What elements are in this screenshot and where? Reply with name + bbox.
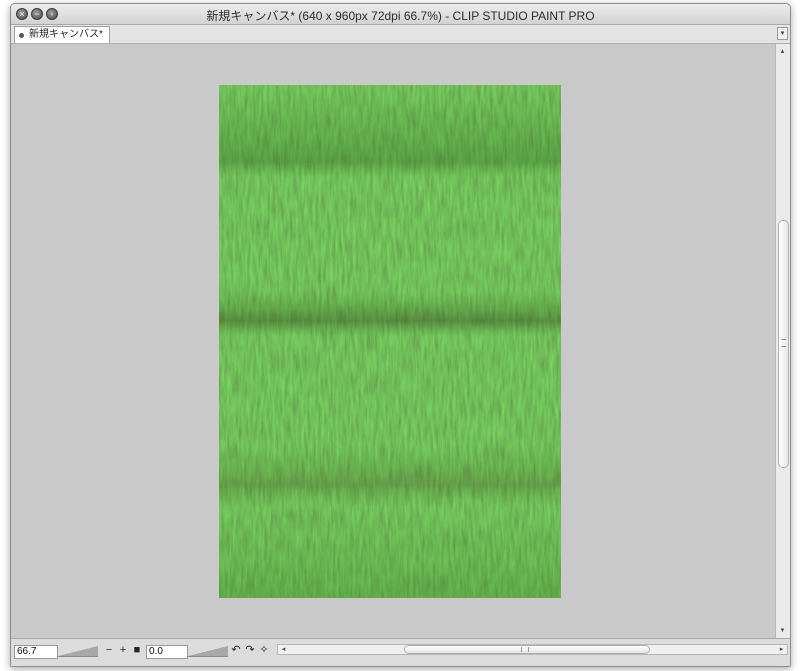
reset-rotation-icon[interactable]: ✧ [258, 644, 270, 656]
zoom-slider[interactable] [58, 646, 98, 657]
scroll-grip-icon [781, 339, 786, 347]
vertical-scrollbar[interactable]: ▴ ▾ [775, 44, 790, 638]
fit-to-window-icon[interactable]: ■ [131, 644, 143, 656]
grass-texture-image [219, 85, 561, 598]
scroll-down-icon[interactable]: ▾ [777, 625, 788, 636]
scroll-right-icon[interactable]: ▸ [776, 644, 787, 655]
rotate-right-icon[interactable]: ↷ [244, 644, 256, 656]
rotation-slider[interactable] [188, 646, 228, 657]
rotation-angle-field[interactable]: 0.0 [146, 645, 188, 659]
tab-menu-chevron-down-icon[interactable]: ▾ [777, 27, 788, 40]
zoom-in-icon[interactable]: + [117, 644, 129, 656]
canvas-document[interactable] [219, 85, 561, 598]
title-bar[interactable]: × − ◦ 新規キャンバス* (640 x 960px 72dpi 66.7%)… [11, 4, 790, 25]
canvas-tab-bar: 新規キャンバス* ▾ [11, 25, 790, 44]
tab-label: 新規キャンバス* [29, 29, 103, 40]
canvas-workspace[interactable] [11, 44, 775, 638]
window-title: 新規キャンバス* (640 x 960px 72dpi 66.7%) - CLI… [206, 9, 595, 23]
zoom-level-field[interactable]: 66.7 [14, 645, 58, 659]
scroll-left-icon[interactable]: ◂ [278, 644, 289, 655]
scroll-up-icon[interactable]: ▴ [777, 46, 788, 57]
tab-new-canvas[interactable]: 新規キャンバス* [14, 26, 110, 43]
horizontal-scroll-thumb[interactable] [404, 645, 650, 654]
app-window: × − ◦ 新規キャンバス* (640 x 960px 72dpi 66.7%)… [10, 3, 791, 667]
status-bar: 66.7 − + ■ 0.0 ↶ ↷ ✧ ◂ ▸ [11, 638, 790, 666]
vertical-scroll-thumb[interactable] [778, 220, 789, 468]
rotate-left-icon[interactable]: ↶ [230, 644, 242, 656]
tab-status-dot-icon [19, 32, 24, 38]
zoom-out-icon[interactable]: − [103, 644, 115, 656]
scroll-grip-icon [521, 647, 529, 652]
horizontal-scrollbar[interactable]: ◂ ▸ [277, 644, 788, 655]
